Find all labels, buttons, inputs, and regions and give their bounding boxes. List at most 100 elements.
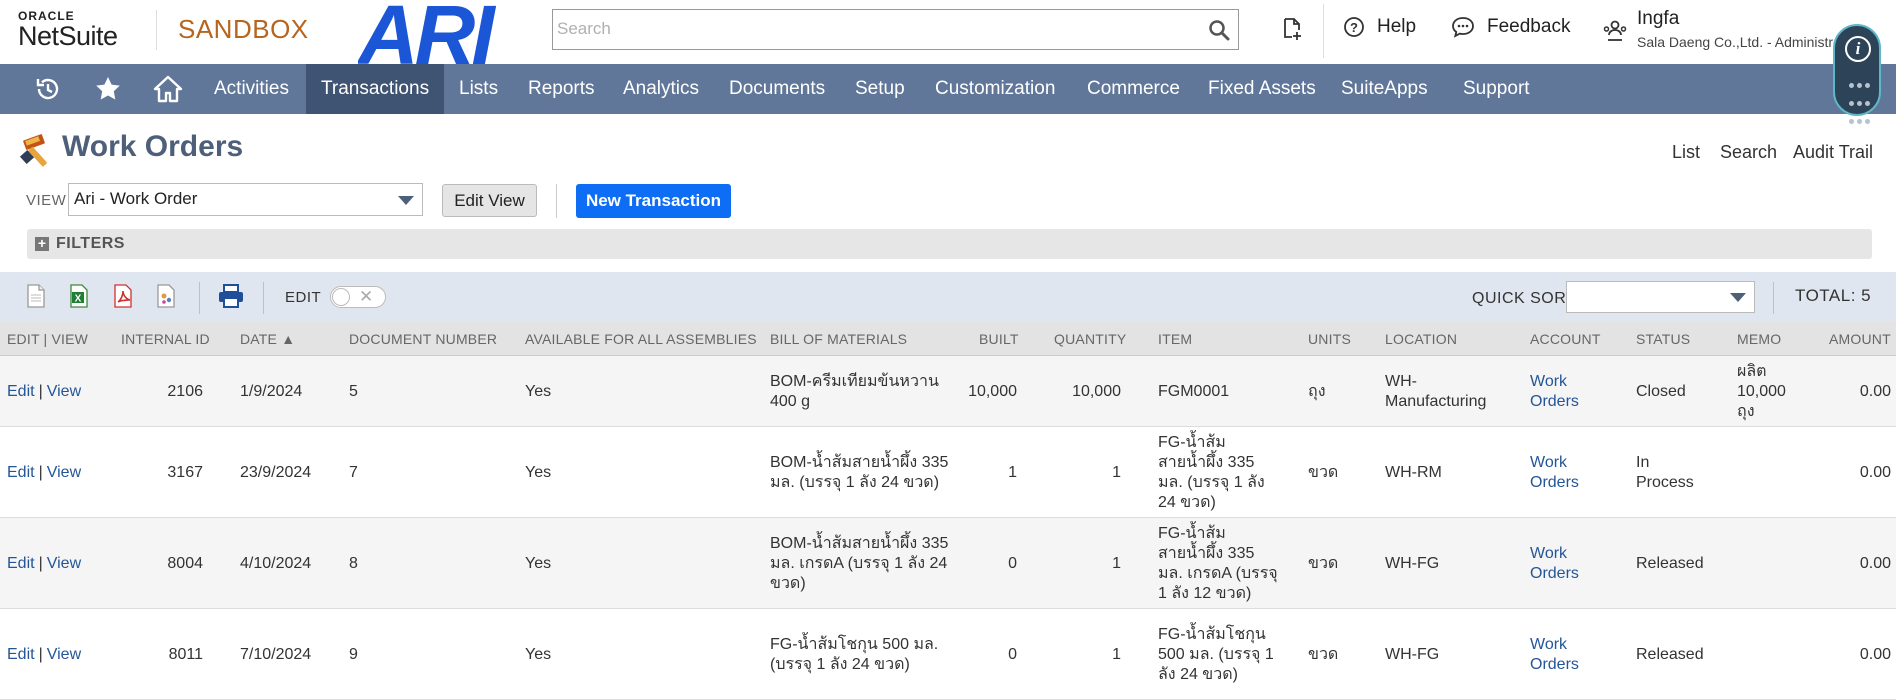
audit-trail-link[interactable]: Audit Trail <box>1793 142 1873 163</box>
col-item[interactable]: ITEM <box>1158 331 1192 347</box>
print-icon[interactable] <box>218 284 244 308</box>
export-csv-icon[interactable] <box>26 284 46 308</box>
toolbar-divider <box>199 282 200 314</box>
view-link[interactable]: View <box>47 464 81 481</box>
edit-link[interactable]: Edit <box>7 383 35 400</box>
nav-setup[interactable]: Setup <box>840 64 920 114</box>
help-icon: ? <box>1344 17 1364 37</box>
cell-account-line[interactable]: Orders <box>1530 655 1579 675</box>
inline-edit-toggle[interactable]: ✕ <box>330 286 386 308</box>
role-switch-icon[interactable] <box>1602 18 1628 44</box>
nav-documents[interactable]: Documents <box>714 64 840 114</box>
cell-account-line[interactable]: Orders <box>1530 392 1579 412</box>
col-bill-of-materials[interactable]: BILL OF MATERIALS <box>770 331 907 347</box>
filters-toggle[interactable]: + FILTERS <box>27 229 1872 259</box>
table-row[interactable]: Edit | View 8011 7/10/2024 9 Yes FG-น้ำส้มโชกุน… <box>0 609 1896 700</box>
feedback-link[interactable]: Feedback <box>1451 16 1570 38</box>
help-link[interactable]: ? Help <box>1343 16 1416 38</box>
toolbar-divider <box>263 282 264 314</box>
nav-commerce[interactable]: Commerce <box>1072 64 1195 114</box>
cell-account-line[interactable]: Work <box>1530 544 1579 564</box>
col-account[interactable]: ACCOUNT <box>1530 331 1601 347</box>
col-quantity[interactable]: QUANTITY <box>1054 331 1126 347</box>
nav-suiteapps[interactable]: SuiteApps <box>1326 64 1443 114</box>
table-row[interactable]: Edit | View 8004 4/10/2024 8 Yes BOM-น้ำส้มสายน… <box>0 518 1896 609</box>
nav-lists[interactable]: Lists <box>444 64 513 114</box>
nav-activities[interactable]: Activities <box>199 64 304 114</box>
nav-customization[interactable]: Customization <box>920 64 1070 114</box>
cell-memo: ผลิต 10,000 ถุง <box>1737 362 1786 422</box>
edit-view-button[interactable]: Edit View <box>442 184 537 217</box>
cell-item: FG-น้ำส้ม สายน้ำผึ้ง 335 มล. (บรรจุ 1 ลัง 2… <box>1158 433 1298 513</box>
cell-account-line[interactable]: Work <box>1530 635 1579 655</box>
info-icon[interactable]: i <box>1845 36 1871 62</box>
cell-quantity-line: 1 <box>1112 646 1121 663</box>
page-title: Work Orders <box>62 130 244 163</box>
home-button[interactable] <box>139 64 197 114</box>
nav-transactions[interactable]: Transactions <box>306 64 445 114</box>
cell-available-line: Yes <box>525 383 552 400</box>
col-location[interactable]: LOCATION <box>1385 331 1457 347</box>
cell-amount-line: 0.00 <box>1859 646 1891 663</box>
cell-account-line[interactable]: Work <box>1530 372 1579 392</box>
edit-link[interactable]: Edit <box>7 464 35 481</box>
col-document-number[interactable]: DOCUMENT NUMBER <box>349 331 497 347</box>
cell-amount: 0.00 <box>1791 382 1891 402</box>
quick-sort-select[interactable] <box>1566 281 1755 313</box>
export-pdf-icon[interactable] <box>112 284 134 308</box>
cell-account-line[interactable]: Orders <box>1530 473 1579 493</box>
view-link[interactable]: View <box>47 383 81 400</box>
app-launcher-icon[interactable] <box>1847 76 1871 130</box>
global-search[interactable] <box>552 9 1239 50</box>
nav-fixed-assets[interactable]: Fixed Assets <box>1193 64 1331 114</box>
netsuite-logo[interactable]: ORACLE NetSuite <box>18 10 118 50</box>
recent-records-button[interactable] <box>19 64 77 114</box>
table-row[interactable]: Edit | View 3167 23/9/2024 7 Yes BOM-น้ำส้มสายน… <box>0 427 1896 518</box>
col-date[interactable]: DATE ▲ <box>240 331 295 347</box>
nav-reports[interactable]: Reports <box>513 64 610 114</box>
col-internal-id[interactable]: INTERNAL ID <box>121 331 210 347</box>
edit-link[interactable]: Edit <box>7 555 35 572</box>
cell-available: Yes <box>525 554 551 574</box>
col-built[interactable]: BUILT <box>979 331 1019 347</box>
list-link[interactable]: List <box>1672 142 1700 163</box>
cell-item-line: FG-น้ำส้ม <box>1158 434 1226 451</box>
nav-support[interactable]: Support <box>1448 64 1545 114</box>
shortcuts-button[interactable] <box>79 64 137 114</box>
col-units[interactable]: UNITS <box>1308 331 1351 347</box>
cell-account[interactable]: Work Orders <box>1530 544 1579 584</box>
user-role-company[interactable]: Sala Daeng Co.,Ltd. - Administrator <box>1637 34 1857 50</box>
cell-account-line[interactable]: Orders <box>1530 564 1579 584</box>
cell-account[interactable]: Work Orders <box>1530 635 1579 675</box>
col-available-for-all-assemblies[interactable]: AVAILABLE FOR ALL ASSEMBLIES <box>525 331 757 347</box>
user-name[interactable]: Ingfa <box>1637 8 1679 30</box>
view-label: VIEW <box>26 192 67 209</box>
view-link[interactable]: View <box>47 555 81 572</box>
search-link[interactable]: Search <box>1720 142 1777 163</box>
cell-units-line: ขวด <box>1308 464 1339 481</box>
cell-item-line: 500 มล. (บรรจุ 1 <box>1158 646 1274 663</box>
search-icon[interactable] <box>1208 19 1230 41</box>
edit-link[interactable]: Edit <box>7 646 35 663</box>
col-status[interactable]: STATUS <box>1636 331 1690 347</box>
view-select[interactable]: Ari - Work Order <box>68 183 423 216</box>
col-memo[interactable]: MEMO <box>1737 331 1781 347</box>
cell-account[interactable]: Work Orders <box>1530 372 1579 412</box>
cell-account[interactable]: Work Orders <box>1530 453 1579 493</box>
cell-quantity: 1 <box>1021 554 1121 574</box>
link-separator: | <box>38 383 43 400</box>
cell-account-line[interactable]: Work <box>1530 453 1579 473</box>
export-excel-icon[interactable]: X <box>69 284 89 308</box>
create-new-record-icon[interactable] <box>1281 17 1303 41</box>
info-widget[interactable]: i <box>1833 24 1881 124</box>
new-transaction-button[interactable]: New Transaction <box>576 184 731 218</box>
search-input[interactable] <box>553 10 1173 48</box>
cell-date-line: 23/9/2024 <box>240 464 312 481</box>
col-amount[interactable]: AMOUNT <box>1829 331 1891 347</box>
nav-analytics[interactable]: Analytics <box>608 64 714 114</box>
export-report-icon[interactable] <box>156 284 176 308</box>
view-link[interactable]: View <box>47 646 81 663</box>
table-row[interactable]: Edit | View 2106 1/9/2024 5 Yes BOM-ครีมเทียมข้… <box>0 356 1896 427</box>
cell-date: 23/9/2024 <box>240 463 311 483</box>
cell-document-number: 7 <box>349 463 358 483</box>
